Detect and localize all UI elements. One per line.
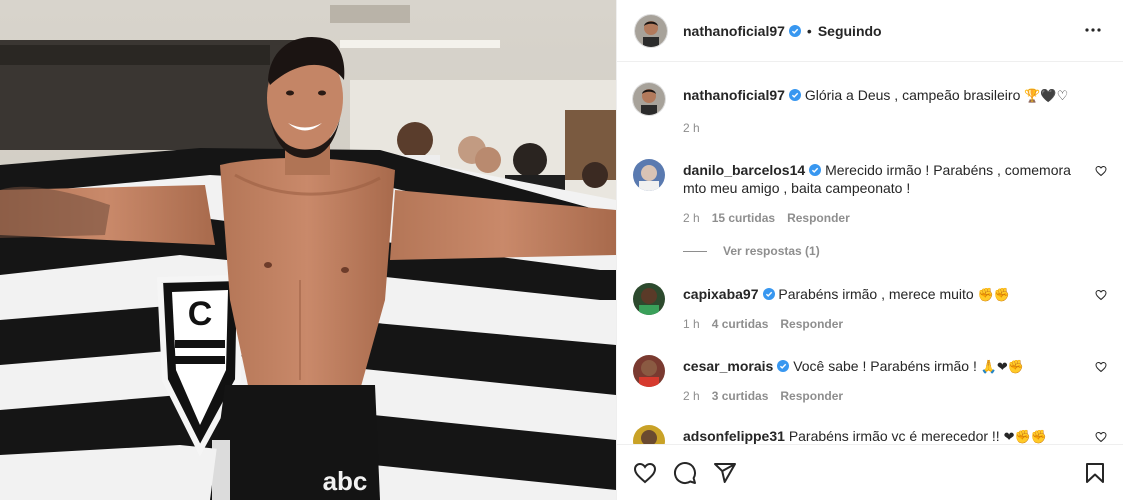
verified-badge-icon (788, 89, 801, 101)
commenter-avatar[interactable] (633, 355, 665, 387)
like-comment-heart-icon[interactable] (1095, 165, 1107, 177)
comment-item: adsonfelippe31 Parabéns irmão vc é merec… (633, 425, 1107, 444)
reply-button[interactable]: Responder (780, 317, 843, 331)
replies-line (683, 250, 707, 252)
comment-likes[interactable]: 15 curtidas (712, 211, 775, 225)
like-comment-heart-icon[interactable] (1095, 431, 1107, 443)
comment-time[interactable]: 2 h (683, 389, 700, 403)
comment-username[interactable]: danilo_barcelos14 (683, 162, 805, 178)
comment-bubble-icon[interactable] (665, 453, 705, 493)
like-comment-heart-icon[interactable] (1095, 361, 1107, 373)
comment-time[interactable]: 2 h (683, 211, 700, 225)
verified-badge-icon (762, 288, 775, 300)
comment-emoji: 🙏❤✊ (980, 360, 1025, 375)
caption-row: nathanoficial97 Glória a Deus , campeão … (633, 83, 1107, 143)
comment-item: capixaba97 Parabéns irmão , merece muito… (633, 283, 1107, 333)
comment-text: Parabéns irmão , merece muito (778, 286, 974, 302)
comment-emoji: ✊✊ (977, 288, 1010, 303)
commenter-avatar[interactable] (633, 283, 665, 315)
verified-badge-icon (777, 360, 790, 372)
caption-text: Glória a Deus , campeão brasileiro (804, 87, 1021, 103)
comment-likes[interactable]: 4 curtidas (712, 317, 769, 331)
comments-list[interactable]: nathanoficial97 Glória a Deus , campeão … (617, 63, 1123, 444)
comment-text: Parabéns irmão vc é merecedor !! (788, 428, 1000, 444)
comment-text: Você sabe ! Parabéns irmão ! (793, 358, 977, 374)
comment-username[interactable]: cesar_morais (683, 358, 773, 374)
author-avatar[interactable] (635, 14, 667, 47)
save-bookmark-icon[interactable] (1075, 453, 1115, 493)
post-sidebar: nathanoficial97 • Seguindo nathanoficial… (616, 0, 1123, 500)
caption-author-avatar[interactable] (633, 83, 665, 115)
caption-author-username[interactable]: nathanoficial97 (683, 87, 785, 103)
reply-button[interactable]: Responder (780, 389, 843, 403)
comment-item: cesar_morais Você sabe ! Parabéns irmão … (633, 355, 1107, 405)
like-heart-icon[interactable] (625, 453, 665, 493)
view-replies-button[interactable]: Ver respostas (1) (683, 244, 820, 258)
view-replies-label: Ver respostas (1) (723, 244, 820, 258)
verified-badge-icon (809, 164, 822, 176)
like-comment-heart-icon[interactable] (1095, 289, 1107, 301)
comment-time[interactable]: 1 h (683, 317, 700, 331)
commenter-avatar[interactable] (633, 425, 665, 444)
reply-button[interactable]: Responder (787, 211, 850, 225)
comment-likes[interactable]: 3 curtidas (712, 389, 769, 403)
post-header: nathanoficial97 • Seguindo (617, 0, 1123, 62)
flag-crest-letter: C (188, 295, 213, 333)
commenter-avatar[interactable] (633, 159, 665, 191)
caption-time[interactable]: 2 h (683, 121, 700, 135)
follow-status-button[interactable]: Seguindo (818, 23, 882, 39)
more-options-icon[interactable] (1083, 20, 1103, 40)
verified-badge-icon (788, 24, 801, 37)
share-paper-plane-icon[interactable] (705, 453, 745, 493)
comment-item: danilo_barcelos14 Merecido irmão ! Parab… (633, 159, 1107, 259)
author-username[interactable]: nathanoficial97 (683, 23, 785, 39)
caption-emoji: 🏆🖤♡ (1024, 89, 1069, 104)
post-actions-bar (617, 444, 1123, 500)
photo-illustration: C abc (0, 0, 616, 500)
shorts-sponsor-text: abc (323, 466, 368, 496)
comment-username[interactable]: capixaba97 (683, 286, 759, 302)
comment-emoji: ❤✊✊ (1003, 430, 1047, 444)
header-separator: • (806, 22, 812, 39)
post-photo[interactable]: C abc (0, 0, 616, 500)
comment-username[interactable]: adsonfelippe31 (683, 428, 785, 444)
